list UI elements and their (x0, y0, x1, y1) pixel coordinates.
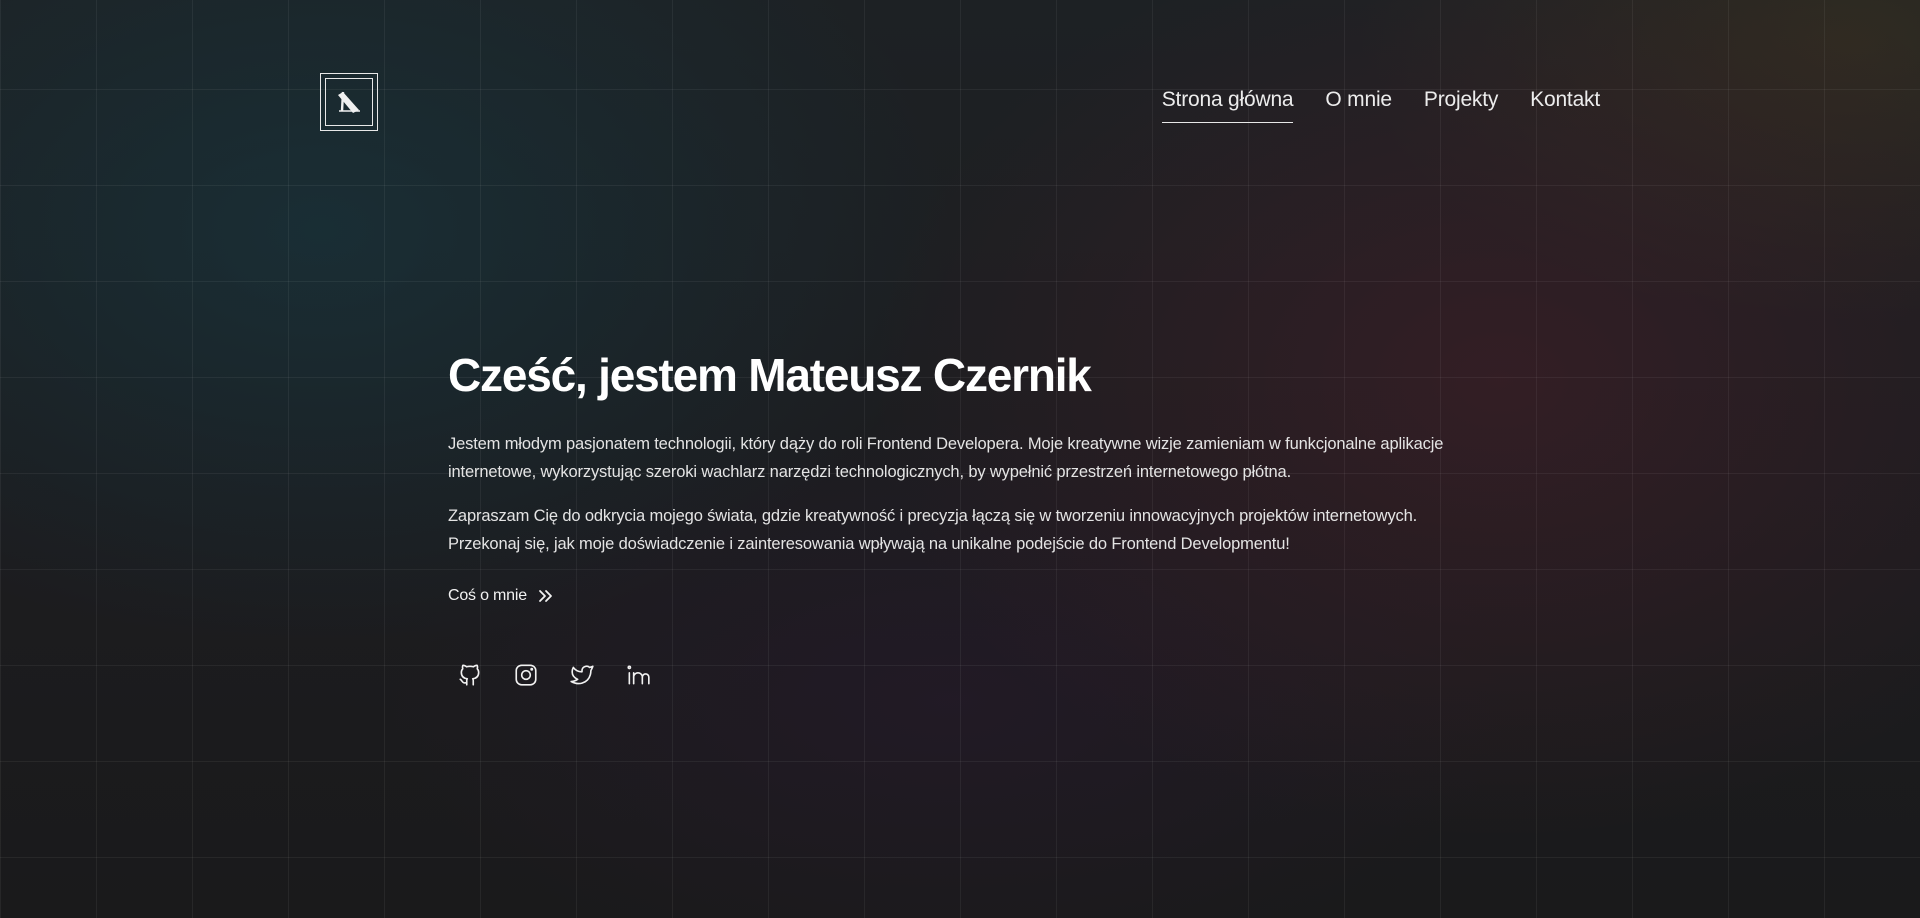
hero-paragraph-invite: Zapraszam Cię do odkrycia mojego świata,… (448, 507, 1418, 553)
instagram-link[interactable] (510, 659, 542, 691)
nav-about[interactable]: O mnie (1325, 88, 1392, 120)
github-link[interactable] (454, 659, 486, 691)
hero-paragraph-intro: Jestem młodym pasjonatem technologii, kt… (448, 435, 1444, 481)
linkedin-icon (627, 665, 650, 685)
logo[interactable] (320, 73, 378, 131)
social-links (454, 659, 1478, 691)
double-chevron-right-icon (539, 590, 552, 602)
nav-home[interactable]: Strona główna (1161, 88, 1294, 123)
about-me-link[interactable]: Coś o mnie (448, 587, 555, 605)
instagram-icon (515, 664, 537, 686)
logo-inner-frame (325, 78, 373, 126)
logo-monogram-icon (338, 91, 360, 113)
linkedin-link[interactable] (622, 659, 654, 691)
main-nav: Strona główna O mnie Projekty Kontakt (1161, 88, 1600, 123)
twitter-icon (570, 665, 594, 685)
hero-title: Cześć, jestem Mateusz Czernik (448, 349, 1092, 401)
nav-contact[interactable]: Kontakt (1530, 88, 1600, 120)
about-me-link-label: Coś o mnie (448, 587, 527, 604)
twitter-link[interactable] (566, 659, 598, 691)
nav-projects[interactable]: Projekty (1424, 88, 1498, 120)
github-icon (459, 664, 480, 686)
hero-section: Cześć, jestem Mateusz Czernik Jestem mło… (448, 345, 1478, 691)
